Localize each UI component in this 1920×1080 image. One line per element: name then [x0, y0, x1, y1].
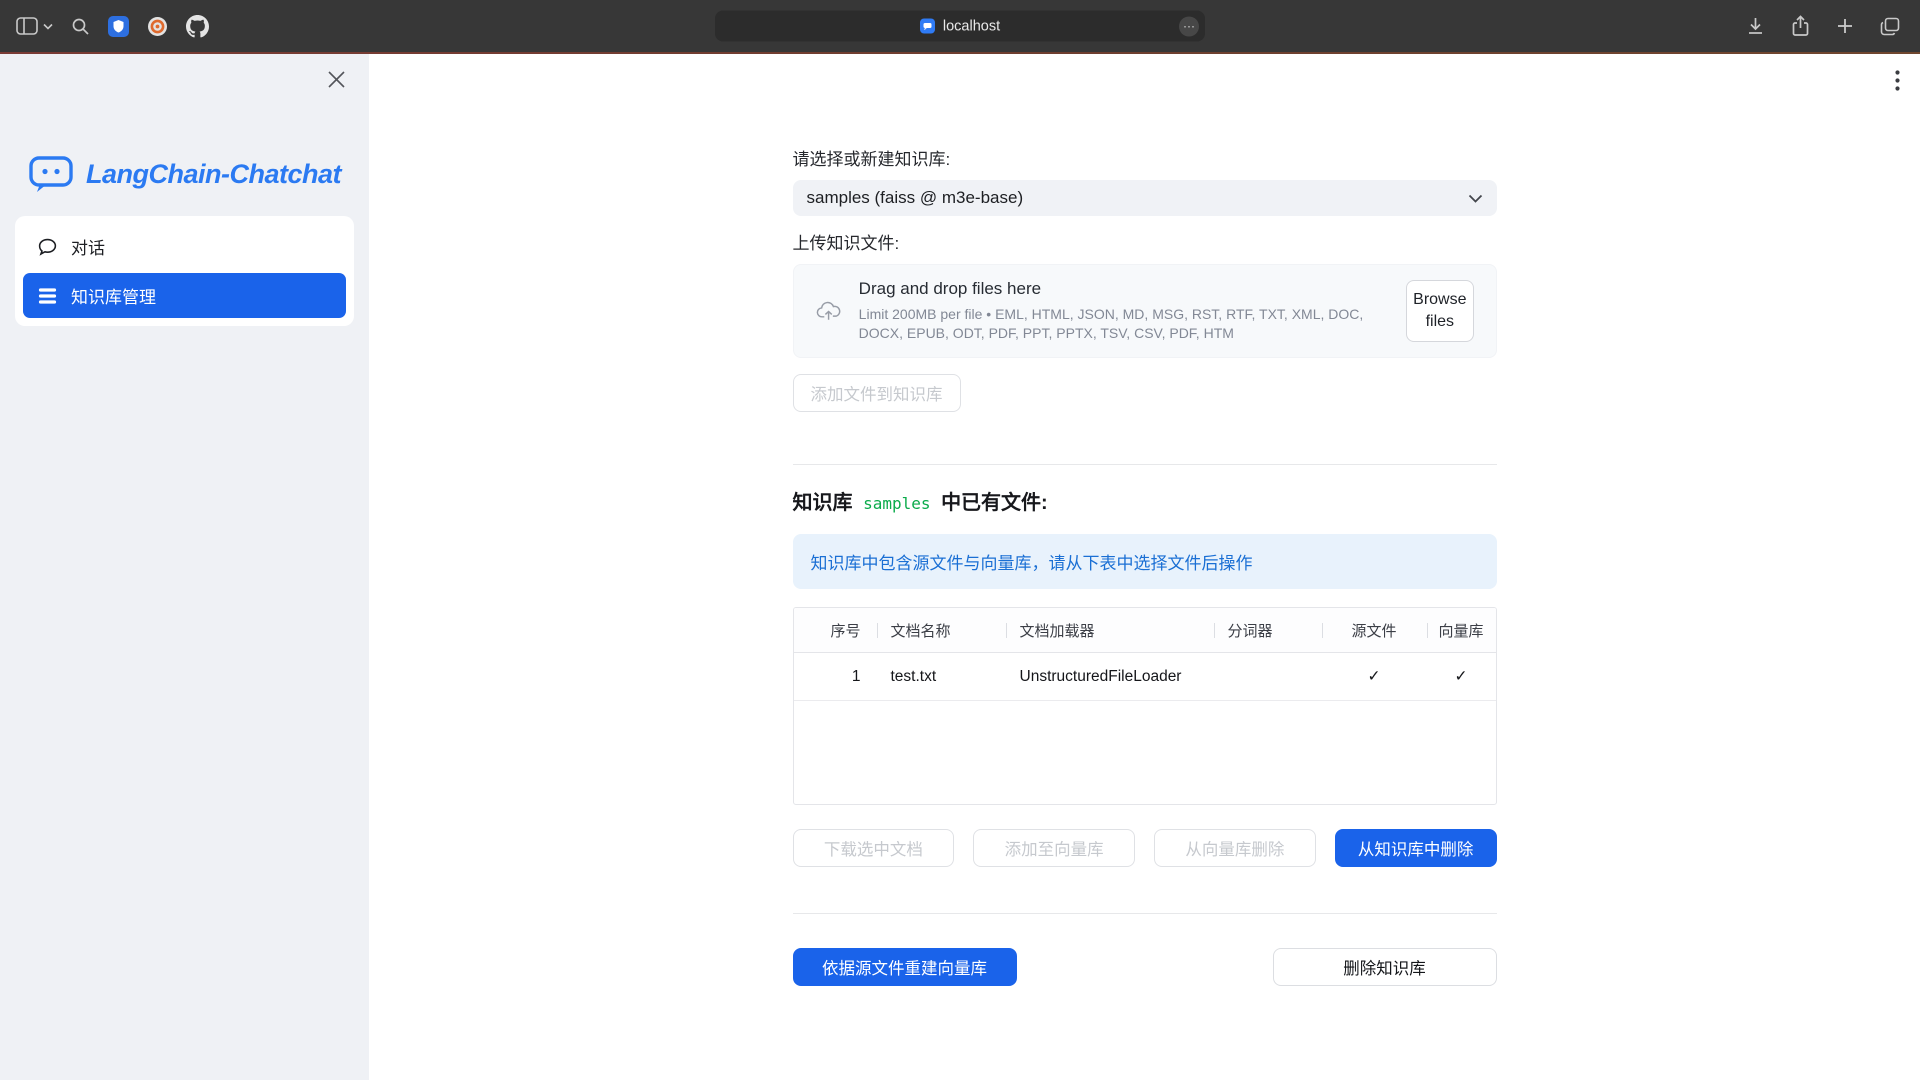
kb-bottom-actions: 依据源文件重建向量库 删除知识库 — [793, 948, 1497, 986]
upload-label: 上传知识文件: — [793, 234, 1497, 254]
add-to-vectorstore-button[interactable]: 添加至向量库 — [973, 829, 1135, 867]
kb-select[interactable]: samples (faiss @ m3e-base) — [793, 180, 1497, 216]
page-options-icon[interactable]: ⋯ — [1179, 16, 1199, 36]
kb-files-table: 序号 文档名称 文档加载器 分词器 源文件 向量库 1 test.txt Uns… — [793, 607, 1497, 805]
divider — [793, 913, 1497, 914]
download-selected-button[interactable]: 下载选中文档 — [793, 829, 955, 867]
new-tab-icon[interactable] — [1836, 17, 1854, 35]
search-icon[interactable] — [71, 17, 90, 36]
table-row[interactable]: 1 test.txt UnstructuredFileLoader ✓ ✓ — [794, 653, 1496, 701]
tab-overview-icon[interactable] — [1880, 17, 1900, 36]
knowledge-base-icon — [37, 286, 58, 306]
app-logo: LangChain-Chatchat — [0, 54, 369, 194]
delete-from-kb-button[interactable]: 从知识库中删除 — [1335, 829, 1497, 867]
col-header-loader: 文档加载器 — [1006, 608, 1214, 652]
col-header-docname: 文档名称 — [877, 608, 1006, 652]
cell-loader: UnstructuredFileLoader — [1006, 653, 1214, 700]
site-favicon — [920, 19, 935, 34]
overflow-menu-icon[interactable] — [1895, 70, 1900, 96]
sidebar-item-knowledge-base[interactable]: 知识库管理 — [23, 273, 346, 318]
sidebar: LangChain-Chatchat 对话 知识库管理 — [0, 54, 369, 1080]
kb-select-value: samples (faiss @ m3e-base) — [807, 188, 1024, 208]
delete-kb-button[interactable]: 删除知识库 — [1273, 948, 1497, 986]
col-header-splitter: 分词器 — [1214, 608, 1322, 652]
sidebar-item-label: 知识库管理 — [71, 283, 156, 308]
cell-vectorstore-check: ✓ — [1427, 653, 1496, 700]
table-header-row: 序号 文档名称 文档加载器 分词器 源文件 向量库 — [794, 608, 1496, 653]
kb-files-heading: 知识库 samples 中已有文件: — [793, 491, 1497, 516]
cell-index: 1 — [794, 653, 877, 700]
kb-name-code: samples — [858, 494, 935, 513]
main-area: 请选择或新建知识库: samples (faiss @ m3e-base) 上传… — [369, 54, 1920, 1080]
dropzone-limit: Limit 200MB per file • EML, HTML, JSON, … — [859, 305, 1388, 343]
heading-suffix: 中已有文件: — [941, 492, 1048, 514]
divider — [793, 464, 1497, 465]
col-header-vectorstore: 向量库 — [1427, 608, 1496, 652]
share-icon[interactable] — [1791, 15, 1810, 38]
sidebar-item-dialogue[interactable]: 对话 — [23, 224, 346, 269]
chevron-down-icon — [1468, 194, 1483, 203]
col-header-sourcefile: 源文件 — [1322, 608, 1427, 652]
shield-extension-icon[interactable] — [108, 16, 129, 37]
remove-from-vectorstore-button[interactable]: 从向量库删除 — [1154, 829, 1316, 867]
col-header-index: 序号 — [794, 608, 877, 652]
heading-prefix: 知识库 — [793, 492, 853, 514]
table-actions: 下载选中文档 添加至向量库 从向量库删除 从知识库中删除 — [793, 829, 1497, 867]
address-bar[interactable]: localhost ⋯ — [715, 11, 1205, 42]
browser-toolbar: localhost ⋯ — [0, 0, 1920, 52]
file-dropzone[interactable]: Drag and drop files here Limit 200MB per… — [793, 264, 1497, 358]
app-logo-text: LangChain-Chatchat — [86, 159, 341, 190]
kb-select-label: 请选择或新建知识库: — [793, 150, 1497, 170]
rebuild-vectorstore-button[interactable]: 依据源文件重建向量库 — [793, 948, 1017, 986]
close-icon — [328, 71, 345, 88]
record-extension-icon[interactable] — [147, 16, 168, 37]
dropzone-title: Drag and drop files here — [859, 279, 1388, 299]
sidebar-nav: 对话 知识库管理 — [15, 216, 354, 326]
add-files-to-kb-button[interactable]: 添加文件到知识库 — [793, 374, 961, 412]
cell-splitter — [1214, 653, 1322, 700]
sidebar-item-label: 对话 — [71, 234, 105, 259]
browse-files-button[interactable]: Browse files — [1406, 280, 1473, 341]
cell-docname: test.txt — [877, 653, 1006, 700]
info-banner: 知识库中包含源文件与向量库，请从下表中选择文件后操作 — [793, 534, 1497, 589]
cloud-upload-icon — [816, 295, 841, 328]
github-extension-icon[interactable] — [186, 15, 209, 38]
url-text: localhost — [943, 18, 1000, 34]
chat-icon — [37, 237, 58, 257]
close-sidebar-button[interactable] — [325, 68, 347, 90]
downloads-icon[interactable] — [1746, 16, 1765, 36]
chevron-down-icon — [43, 23, 53, 30]
chatchat-logo-icon — [28, 154, 74, 194]
sidebar-toggle-icon[interactable] — [16, 17, 53, 35]
cell-sourcefile-check: ✓ — [1322, 653, 1427, 700]
